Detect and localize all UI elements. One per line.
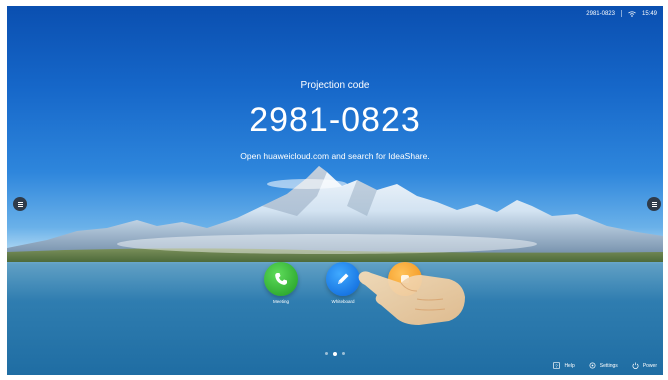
pen-icon [338, 273, 349, 284]
right-panel-button[interactable] [647, 197, 661, 211]
svg-text:?: ? [556, 363, 559, 368]
projection-hint: Open huaweicloud.com and search for Idea… [240, 151, 430, 161]
menu-icon [17, 201, 23, 207]
menu-icon [651, 201, 657, 207]
pointing-hand [358, 271, 465, 325]
settings-label: Settings [599, 362, 618, 369]
screen: 2981-0823 15:49 Projection code 2981-082… [7, 6, 663, 375]
mountain-scenery [7, 166, 663, 262]
meeting-app-label: Meeting [272, 299, 289, 304]
projection-code: 2981-0823 [249, 101, 421, 139]
whiteboard-app-label: Whiteboard [331, 299, 355, 304]
projection-title: Projection code [300, 80, 370, 91]
settings-button[interactable]: Settings [589, 362, 618, 369]
page-indicator [7, 351, 663, 356]
whiteboard-app-circle [326, 262, 360, 296]
meeting-app-circle [264, 262, 298, 296]
status-time: 15:49 [641, 10, 657, 17]
gear-icon [589, 362, 596, 369]
left-panel-button[interactable] [13, 197, 27, 211]
phone-icon [275, 273, 287, 285]
status-code: 2981-0823 [586, 10, 615, 17]
page-dot-active[interactable] [333, 351, 337, 356]
help-label: Help [564, 362, 575, 369]
status-bar: 2981-0823 15:49 [586, 10, 657, 17]
page-dot[interactable] [342, 352, 345, 355]
power-icon [632, 362, 639, 369]
power-button[interactable]: Power [632, 362, 657, 369]
wifi-icon [628, 10, 636, 17]
help-icon: ? [553, 362, 561, 369]
meeting-app[interactable]: Meeting [251, 262, 311, 304]
bottom-bar: ? Help Settings Power [553, 362, 657, 369]
power-label: Power [642, 362, 657, 369]
status-separator [620, 10, 622, 17]
page-dot[interactable] [325, 352, 328, 355]
help-button[interactable]: ? Help [553, 362, 575, 369]
